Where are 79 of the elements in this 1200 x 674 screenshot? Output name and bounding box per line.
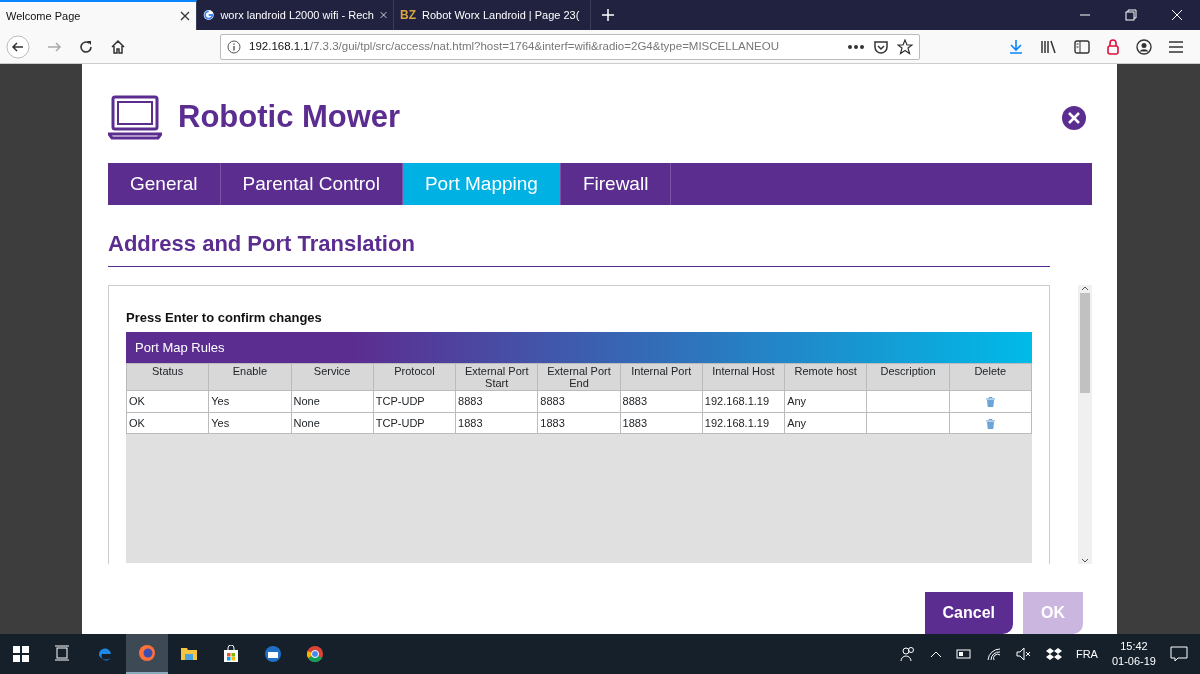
section-title: Address and Port Translation <box>108 227 1050 268</box>
padlock-icon[interactable] <box>1106 38 1120 55</box>
site-label: BZ <box>400 7 416 24</box>
scrollbar[interactable] <box>1078 285 1092 564</box>
table-cell: Any <box>787 416 807 429</box>
column-header: Remote host <box>784 363 867 391</box>
column-header: Internal Port <box>620 363 703 391</box>
info-icon <box>227 39 241 54</box>
chevron-up-icon[interactable] <box>929 650 942 658</box>
people-icon[interactable] <box>899 646 916 662</box>
column-header: Service <box>291 363 374 391</box>
column-header: External Port Start <box>455 363 538 391</box>
more-icon[interactable] <box>847 43 865 50</box>
download-icon[interactable] <box>1008 38 1024 55</box>
table-cell: 8883 <box>540 395 565 408</box>
table-cell: 1883 <box>458 416 483 429</box>
dialog-button[interactable]: Cancel <box>924 592 1013 634</box>
close-icon[interactable] <box>180 11 190 21</box>
table-cell: 1883 <box>540 416 565 429</box>
star-icon[interactable] <box>897 38 913 55</box>
table-cell: TCP-UDP <box>375 395 425 408</box>
table-cell: Any <box>787 395 807 408</box>
input-language[interactable]: FRA <box>1075 645 1098 663</box>
scroll-up-icon[interactable] <box>1081 285 1089 292</box>
pocket-icon[interactable] <box>873 38 889 55</box>
clock[interactable]: 15:42 01-06-19 <box>1111 639 1156 669</box>
table-cell: None <box>293 416 320 429</box>
table-cell: 1883 <box>622 416 648 429</box>
notification-icon[interactable] <box>1170 646 1188 662</box>
back-icon[interactable] <box>6 34 30 59</box>
task-view-icon <box>54 645 72 663</box>
column-header: Status <box>126 363 209 391</box>
settings-tab[interactable]: Parental Control <box>220 162 403 206</box>
reload-icon[interactable] <box>78 38 94 55</box>
table-cell: OK <box>129 395 145 408</box>
battery-icon[interactable] <box>955 649 972 659</box>
column-header: Enable <box>208 363 292 391</box>
browser-icon <box>138 644 156 662</box>
new-tab-icon[interactable] <box>601 8 615 22</box>
instruction-text: Press Enter to confirm changes <box>126 309 323 328</box>
folder-icon <box>180 645 198 663</box>
column-header: Internal Host <box>702 363 785 391</box>
scroll-down-icon[interactable] <box>1081 558 1089 564</box>
sidebar-icon[interactable] <box>1074 38 1090 55</box>
trash-icon[interactable] <box>985 397 995 408</box>
table-cell: 192.168.1.19 <box>704 416 770 429</box>
home-icon[interactable] <box>110 38 126 55</box>
table-cell: TCP-UDP <box>375 416 425 429</box>
table-cell: Yes <box>211 395 230 408</box>
column-header: Delete <box>949 363 1032 391</box>
column-header: External Port End <box>537 363 621 391</box>
browser-icon <box>306 645 324 663</box>
restore-icon[interactable] <box>1124 8 1138 22</box>
settings-tab[interactable]: General <box>108 162 221 206</box>
table-cell: None <box>293 395 320 408</box>
settings-tab[interactable]: Firewall <box>560 162 672 206</box>
trash-icon[interactable] <box>985 418 995 429</box>
account-icon[interactable] <box>1136 38 1152 55</box>
windows-icon[interactable] <box>13 646 29 662</box>
column-header: Description <box>866 363 950 391</box>
table-cell: OK <box>129 416 145 429</box>
table-cell: 192.168.1.19 <box>704 395 770 408</box>
table-cell: 8883 <box>458 395 483 408</box>
table-title: Port Map Rules <box>126 331 1032 364</box>
table-cell: Yes <box>211 416 230 429</box>
wifi-icon[interactable] <box>985 647 1002 661</box>
menu-icon[interactable] <box>1168 39 1184 54</box>
laptop-icon <box>108 94 162 141</box>
library-icon[interactable] <box>1040 38 1058 55</box>
dialog-title: Robotic Mower <box>178 98 401 136</box>
browser-icon <box>96 645 114 663</box>
browser-tab[interactable]: Welcome Page <box>0 0 197 30</box>
address-bar[interactable]: 192.168.1.1/7.3.3/gui/tpl/src/access/nat.html?host=1764&interf=wifi&radio=2G4&type=MISCELLANEOU <box>220 33 920 60</box>
table-cell: 8883 <box>622 395 648 408</box>
close-icon[interactable] <box>1062 105 1086 130</box>
column-header: Protocol <box>373 363 456 391</box>
dropbox-icon[interactable] <box>1045 647 1062 661</box>
muted-speaker-icon[interactable] <box>1015 647 1032 661</box>
store-icon <box>222 645 240 663</box>
